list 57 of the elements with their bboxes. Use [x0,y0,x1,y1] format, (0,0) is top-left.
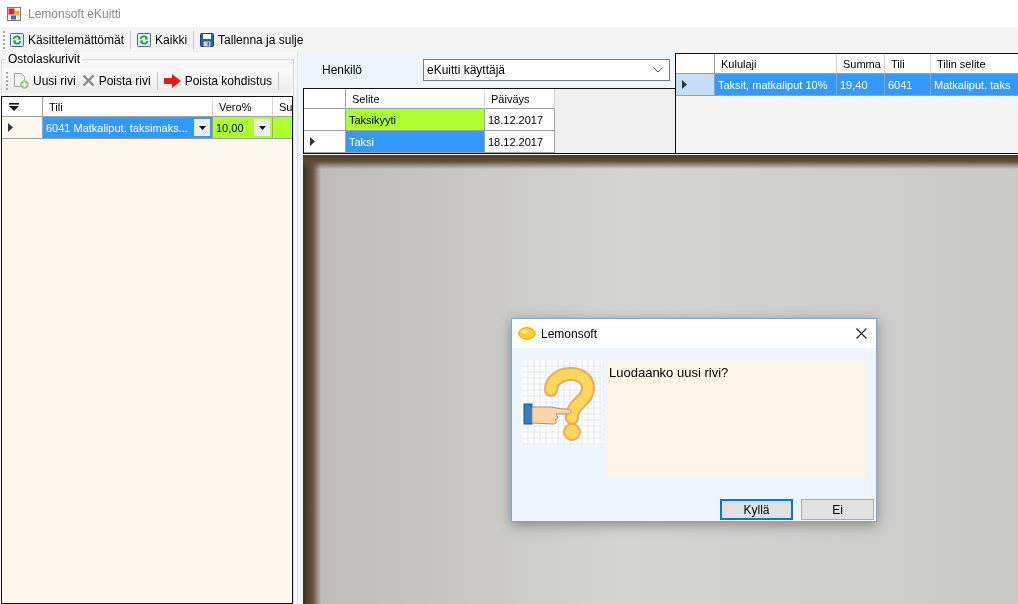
row-header[interactable] [676,74,715,96]
row-header[interactable] [304,131,346,153]
close-icon [856,328,867,339]
row-pointer-icon [8,123,13,132]
table-cell: 18.12.2017 [485,109,555,131]
column-header: Tili [43,97,213,117]
dropdown-button[interactable] [254,119,270,136]
new-page-icon [13,72,29,89]
dropdown-cell[interactable]: 10,00 [213,117,273,139]
table-cell: Taksikyyti [346,109,485,131]
message-box: Luodaanko uusi rivi? [607,361,865,478]
column-header: Selite [346,89,485,109]
chevron-icon [653,67,663,73]
window-title: Lemonsoft eKuitti [28,6,121,21]
column-header: Vero% [213,97,273,117]
column-header: Tili [885,54,931,74]
group-title: Ostolaskurivit [7,52,82,66]
sort-icon [9,102,19,111]
column-header: Tilin selite [931,54,1018,74]
caret-icon [198,125,206,130]
close-button[interactable] [856,328,867,339]
person-combobox[interactable]: eKuitti käyttäjä [423,59,670,81]
dialog-button[interactable]: Kyllä [720,499,793,520]
column-header: Summa [837,54,885,74]
column-header: Päiväys [485,89,555,109]
dialog-title: Lemonsoft [541,326,598,341]
table-cell: 18.12.2017 [485,131,555,153]
caret-icon [258,125,266,130]
app-icon [7,6,21,21]
dropdown-button[interactable] [194,119,210,136]
table-cell: Taksi [346,131,485,153]
save-icon [200,32,215,47]
toolbar-button[interactable]: Poista kohdistus [160,69,276,92]
table-cell: 19,40 [837,74,885,96]
column-header: Su [273,97,292,117]
row-header[interactable] [2,117,43,139]
field-label: Henkilö [322,63,363,77]
right-arrow-icon [163,73,181,88]
dialog-button[interactable]: Ei [801,499,874,520]
row-pointer-icon [310,137,315,146]
refresh-icon [137,32,152,47]
toolbar-button[interactable]: Käsittelemättömät [7,28,128,51]
row-pointer-icon [682,80,687,89]
column-header: Kululaji [715,54,837,74]
table-cell: 6041 [885,74,931,96]
corner-header[interactable] [2,97,43,117]
table-cell: Matkaliput. taks [931,74,1018,96]
toolbar-button[interactable]: Kaikki [134,28,191,51]
table-cell: Taksit, matkaliput 10% [715,74,837,96]
toolbar-button[interactable]: Uusi rivi [10,69,79,92]
toolbar-button[interactable]: Tallenna ja sulje [197,28,307,51]
refresh-icon [10,32,24,47]
question-hand-icon [522,360,602,445]
row-header[interactable] [304,109,346,131]
cross-icon [81,74,95,87]
toolbar-button[interactable]: Poista rivi [78,69,154,92]
lemon-icon [518,327,536,340]
